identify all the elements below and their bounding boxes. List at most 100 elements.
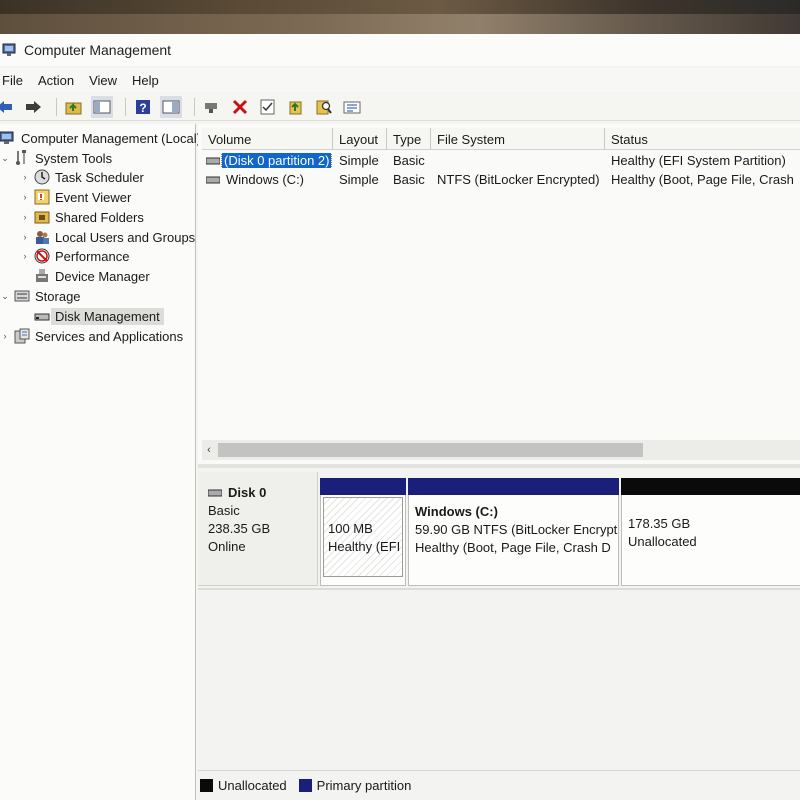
layout-cell: Simple [339, 153, 379, 168]
partition-size: 100 MB [328, 521, 373, 536]
tree-item-shared-folders[interactable]: › Shared Folders [20, 207, 144, 227]
window-titlebar: Computer Management [0, 34, 800, 66]
disk-icon [208, 489, 222, 497]
toolbar-separator [56, 97, 57, 116]
column-header-status[interactable]: Status [605, 128, 800, 150]
table-row[interactable]: (Disk 0 partition 2) Simple Basic Health… [202, 151, 800, 170]
legend-swatch-unallocated [200, 779, 213, 792]
partition-unallocated[interactable]: 178.35 GB Unallocated [621, 478, 800, 586]
tree-item-computer-management[interactable]: Computer Management (Local) [0, 128, 201, 148]
volume-icon [206, 176, 220, 183]
chevron-right-icon[interactable]: › [0, 331, 10, 341]
tools-icon [16, 150, 26, 165]
legend-swatch-primary [298, 779, 312, 792]
console-view-icon[interactable] [160, 95, 182, 118]
type-cell: Basic [393, 153, 425, 168]
check-icon[interactable] [257, 96, 279, 118]
tree-label: System Tools [35, 150, 113, 166]
menu-help[interactable]: Help [130, 73, 168, 88]
show-hide-tree-icon[interactable] [91, 95, 113, 118]
status-cell: Healthy (EFI System Partition) [611, 153, 786, 168]
window-title: Computer Management [24, 42, 172, 58]
chevron-right-icon[interactable]: › [20, 192, 30, 202]
volume-name: Windows (C:) [226, 172, 305, 187]
back-arrow-icon[interactable] [0, 96, 16, 118]
clock-icon [34, 169, 50, 185]
column-header-type[interactable]: Type [387, 128, 431, 150]
chevron-down-icon[interactable]: ⌄ [0, 153, 10, 164]
up-folder-icon[interactable] [63, 96, 85, 118]
tree-item-device-manager[interactable]: Device Manager [34, 266, 150, 286]
tree-item-storage[interactable]: ⌄ Storage [0, 286, 81, 306]
chevron-right-icon[interactable]: › [20, 232, 30, 242]
partition-status: Healthy (EFI [328, 539, 401, 554]
tree-label: Disk Management [51, 307, 164, 325]
chevron-right-icon[interactable]: › [20, 172, 30, 182]
tree-label: Shared Folders [55, 209, 144, 225]
legend-label-primary: Primary partition [316, 778, 412, 793]
storage-icon [14, 290, 30, 302]
menu-action[interactable]: Action [36, 73, 83, 88]
table-row[interactable]: Windows (C:) Simple Basic NTFS (BitLocke… [202, 170, 800, 189]
properties-icon[interactable] [341, 96, 363, 118]
performance-icon [34, 248, 50, 264]
tree-item-event-viewer[interactable]: › Event Viewer [20, 187, 131, 207]
partition-efi[interactable]: 100 MB Healthy (EFI [320, 478, 406, 586]
disk-management-pane: Volume Layout Type File System Status (D… [198, 124, 800, 800]
menu-view[interactable]: View [87, 73, 126, 88]
partition-detail: 59.90 GB NTFS (BitLocker Encrypt [415, 522, 618, 537]
tree-label: Local Users and Groups [55, 229, 196, 245]
tree-label: Device Manager [55, 268, 150, 284]
disk-info-panel[interactable]: Disk 0 Basic 238.35 GB Online [198, 472, 318, 586]
partition-status: Healthy (Boot, Page File, Crash D [415, 540, 611, 555]
computer-management-icon [2, 43, 16, 56]
help-icon[interactable]: ? [132, 96, 154, 118]
scrollbar-thumb[interactable] [218, 443, 643, 457]
legend-label-unallocated: Unallocated [218, 778, 287, 793]
tree-item-services[interactable]: › Services and Applications [0, 326, 183, 346]
monitor-bezel [0, 0, 800, 34]
disk-icon [34, 313, 50, 321]
column-header-file-system[interactable]: File System [431, 128, 605, 150]
toolbar-separator [125, 97, 126, 116]
toolbar-separator [194, 97, 195, 116]
disk-type: Basic [208, 503, 240, 518]
status-cell: Healthy (Boot, Page File, Crash [611, 172, 794, 187]
shared-folder-icon [34, 211, 50, 224]
column-header-volume[interactable]: Volume [202, 128, 333, 150]
services-icon [14, 328, 30, 344]
event-viewer-icon [34, 189, 50, 205]
tree-item-local-users[interactable]: › Local Users and Groups [20, 227, 196, 247]
tree-label: Storage [35, 288, 81, 304]
forward-arrow-icon[interactable] [22, 96, 44, 118]
partition-status: Unallocated [628, 534, 697, 549]
type-cell: Basic [393, 172, 425, 187]
tree-item-system-tools[interactable]: ⌄ System Tools [0, 148, 112, 168]
file-system-cell: NTFS (BitLocker Encrypted) [437, 172, 600, 187]
export-icon[interactable] [285, 96, 307, 118]
tree-item-performance[interactable]: › Performance [20, 246, 129, 266]
volume-list-header: Volume Layout Type File System Status [202, 128, 800, 150]
menu-file[interactable]: File [0, 73, 32, 88]
navigation-tree: Computer Management (Local) ⌄ System Too… [0, 124, 201, 800]
disk-state: Online [208, 539, 246, 554]
horizontal-scrollbar[interactable]: ‹ [202, 440, 800, 460]
tree-item-disk-management[interactable]: Disk Management [34, 306, 164, 326]
scroll-left-icon[interactable]: ‹ [202, 444, 216, 456]
menu-bar: File Action View Help [0, 68, 800, 92]
search-icon[interactable] [313, 96, 335, 118]
layout-cell: Simple [339, 172, 379, 187]
partition-windows[interactable]: Windows (C:) 59.90 GB NTFS (BitLocker En… [408, 478, 619, 586]
toolbar: ? [0, 93, 800, 121]
tree-label: Computer Management (Local) [21, 130, 201, 146]
tree-label: Services and Applications [35, 328, 184, 344]
column-header-layout[interactable]: Layout [333, 128, 387, 150]
chevron-right-icon[interactable]: › [20, 212, 30, 222]
delete-icon[interactable] [229, 96, 251, 118]
connect-icon[interactable] [201, 96, 223, 118]
tree-item-task-scheduler[interactable]: › Task Scheduler [20, 167, 144, 187]
partition-size: 178.35 GB [628, 516, 691, 531]
chevron-down-icon[interactable]: ⌄ [0, 291, 10, 302]
chevron-right-icon[interactable]: › [20, 251, 30, 261]
legend: Unallocated Primary partition [198, 770, 800, 800]
